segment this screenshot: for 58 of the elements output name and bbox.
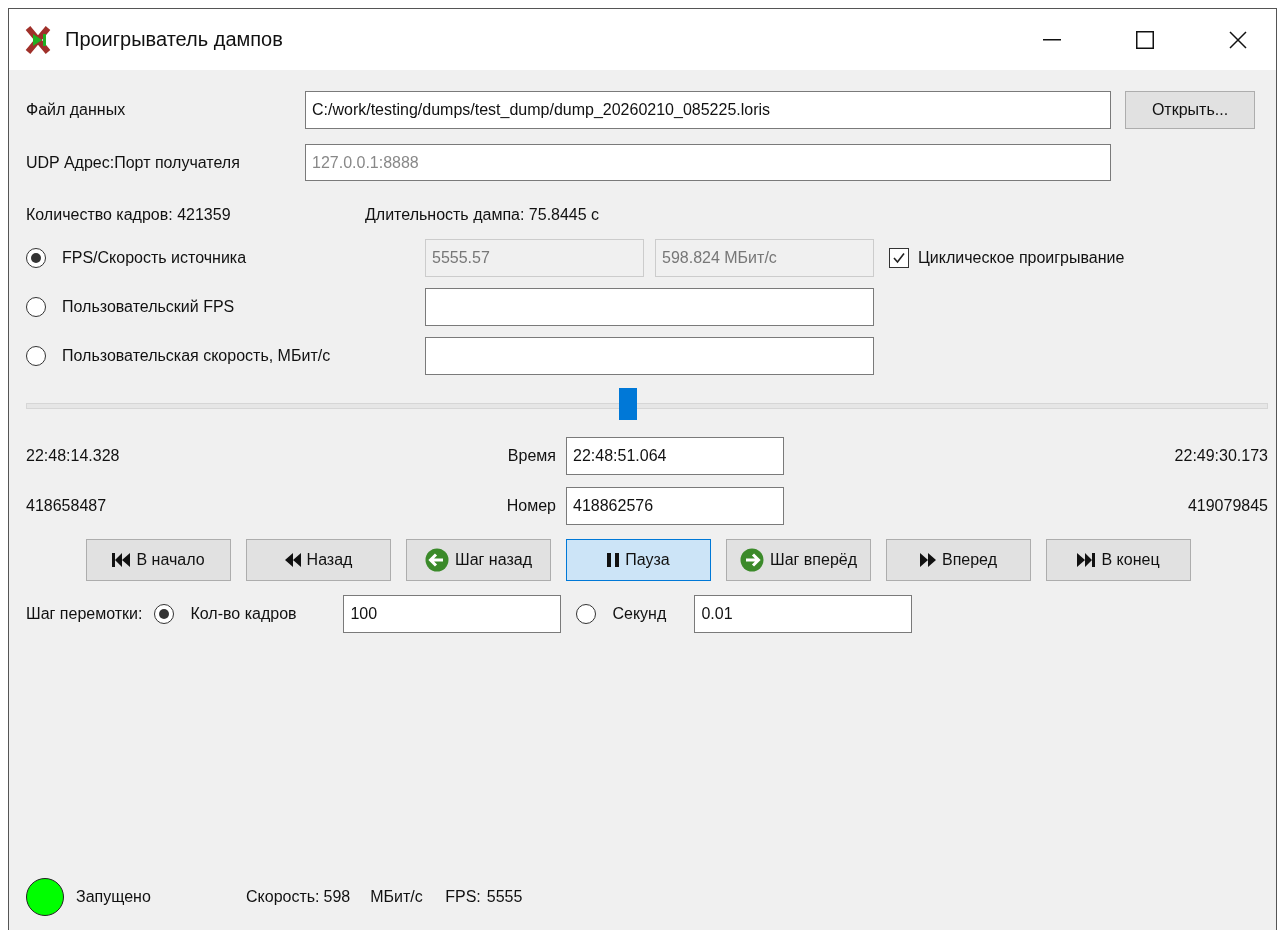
skip-end-icon — [1077, 553, 1096, 567]
radio-button[interactable] — [26, 297, 46, 317]
range-end-text: 22:49:30.173 — [1173, 447, 1268, 465]
mode-label: Пользовательская скорость, МБит/с — [62, 347, 332, 365]
speed-unit: МБит/с — [370, 888, 424, 906]
file-label: Файл данных — [26, 101, 127, 119]
speed-label: Скорость: — [246, 888, 320, 906]
status-text: Запущено — [76, 888, 152, 906]
rate-field[interactable] — [425, 337, 874, 375]
range-start-text: 418658487 — [26, 497, 108, 515]
position-field[interactable]: 418862576 — [566, 487, 784, 525]
range-start-text: 22:48:14.328 — [26, 447, 121, 465]
radio-button[interactable] — [26, 248, 46, 268]
playback-button[interactable]: Вперед — [886, 539, 1031, 581]
fps-label: FPS: — [445, 888, 481, 906]
radio-button[interactable] — [26, 346, 46, 366]
step-label: Шаг перемотки: — [26, 605, 143, 623]
position-label: Номер — [505, 497, 557, 515]
range-end-text: 419079845 — [1186, 497, 1268, 515]
info-text: Длительность дампа: 75.8445 с — [365, 206, 600, 224]
step-field[interactable]: 0.01 — [694, 595, 913, 633]
mode-label: FPS/Скорость источника — [62, 249, 248, 267]
window-title: Проигрыватель дампов — [65, 28, 283, 51]
info-text: Количество кадров: 421359 — [26, 206, 232, 224]
close-icon[interactable] — [1229, 30, 1247, 49]
app-icon — [25, 24, 51, 55]
position-slider[interactable] — [26, 388, 1268, 422]
playback-button[interactable]: Назад — [246, 539, 391, 581]
playback-button[interactable]: Пауза — [566, 539, 711, 581]
step-field[interactable]: 100 — [343, 595, 562, 633]
slider-thumb[interactable] — [619, 388, 638, 420]
open-button[interactable]: Открыть... — [1125, 91, 1255, 129]
mode-label: Пользовательский FPS — [62, 298, 236, 316]
fast-forward-icon — [920, 553, 936, 567]
playback-button[interactable]: Шаг назад — [406, 539, 551, 581]
fps-value: 5555 — [486, 888, 523, 906]
skip-start-icon — [112, 553, 131, 567]
minimize-icon[interactable] — [1043, 38, 1061, 41]
radio-button[interactable] — [154, 604, 175, 624]
position-label: Время — [506, 447, 557, 465]
position-field[interactable]: 22:48:51.064 — [566, 437, 784, 475]
loop-label: Циклическое проигрывание — [918, 249, 1125, 267]
playback-button[interactable]: В конец — [1046, 539, 1191, 581]
file-path-field[interactable]: C:/work/testing/dumps/test_dump/dump_20260210_085225.loris — [305, 91, 1111, 129]
checkmark-icon — [892, 251, 906, 265]
pause-icon — [607, 553, 620, 567]
option-label: Кол-во кадров — [190, 605, 298, 623]
checkbox[interactable] — [889, 248, 909, 268]
radio-button[interactable] — [576, 604, 597, 624]
speed-value: 598 — [323, 888, 351, 906]
udp-address-field[interactable]: 127.0.0.1:8888 — [305, 144, 1111, 181]
option-label: Секунд — [612, 605, 668, 623]
rewind-icon — [284, 553, 301, 567]
rate-field[interactable] — [425, 288, 874, 326]
playback-button[interactable]: В начало — [86, 539, 231, 581]
playback-button[interactable]: Шаг вперёд — [726, 539, 871, 581]
udp-label: UDP Адрес:Порт получателя — [26, 153, 241, 172]
maximize-icon[interactable] — [1136, 30, 1154, 49]
